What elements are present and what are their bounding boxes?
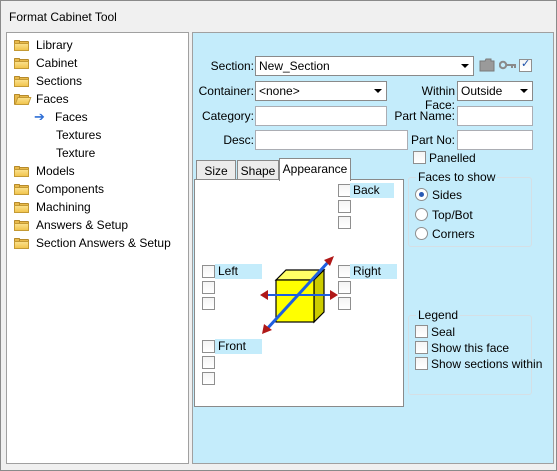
desc-field[interactable] xyxy=(255,130,408,150)
back-face-checkbox-3[interactable] xyxy=(338,216,351,229)
tree-item-label: Machining xyxy=(36,200,91,214)
key-icon[interactable] xyxy=(498,59,517,74)
part-no-label: Part No: xyxy=(410,133,455,147)
tree-item-label: Sections xyxy=(36,74,83,88)
category-label: Category: xyxy=(201,109,254,123)
front-face-checkbox[interactable] xyxy=(202,340,215,353)
left-face-checkbox[interactable] xyxy=(202,265,215,278)
show-sections-within-label: Show sections within xyxy=(431,357,543,371)
arrow-right-icon: ➔ xyxy=(34,109,45,124)
tree-item-label: Faces xyxy=(36,92,69,106)
section-select-value: New_Section xyxy=(259,59,330,73)
chevron-down-icon xyxy=(374,89,382,93)
cube-direction-icon xyxy=(260,256,338,334)
tree-item-machining[interactable]: Machining xyxy=(14,198,91,216)
container-select-value: <none> xyxy=(259,84,300,98)
chevron-down-icon xyxy=(461,64,469,68)
front-face-label: Front xyxy=(215,339,262,354)
desc-label: Desc: xyxy=(223,133,254,147)
window-title: Format Cabinet Tool xyxy=(9,10,117,24)
chevron-down-icon xyxy=(520,89,528,93)
top-bot-radio[interactable] xyxy=(415,208,428,221)
folder-icon xyxy=(14,219,29,231)
show-this-face-checkbox[interactable] xyxy=(415,341,428,354)
tree-item-label: Library xyxy=(36,38,73,52)
legend-title: Legend xyxy=(416,308,461,322)
tree-item-label: Section Answers & Setup xyxy=(36,236,171,250)
front-face-checkbox-2[interactable] xyxy=(202,356,215,369)
corners-radio[interactable] xyxy=(415,227,428,240)
tree-item-textures[interactable]: Textures xyxy=(56,126,101,144)
left-face-checkbox-3[interactable] xyxy=(202,297,215,310)
format-cabinet-tool-window: Format Cabinet Tool Library Cabinet Sect… xyxy=(0,0,557,471)
folder-open-button[interactable] xyxy=(479,58,495,75)
tree-item-library[interactable]: Library xyxy=(14,36,73,54)
section-select[interactable]: New_Section xyxy=(255,56,474,76)
seal-label: Seal xyxy=(431,325,456,339)
faces-to-show-title: Faces to show xyxy=(416,170,498,184)
section-checkbox[interactable] xyxy=(519,57,532,72)
tab-shape-label: Shape xyxy=(240,164,276,178)
tree-item-models[interactable]: Models xyxy=(14,162,75,180)
tab-size[interactable]: Size xyxy=(196,160,236,181)
category-field[interactable] xyxy=(255,106,387,126)
part-no-field[interactable] xyxy=(457,130,533,150)
navigation-tree[interactable]: Library Cabinet Sections Faces ➔ Faces T… xyxy=(6,32,189,464)
left-face-label: Left xyxy=(215,264,262,279)
tree-item-cabinet[interactable]: Cabinet xyxy=(14,54,77,72)
sides-radio[interactable] xyxy=(415,188,428,201)
back-face-checkbox-2[interactable] xyxy=(338,200,351,213)
section-label: Section: xyxy=(210,59,254,73)
tree-item-label: Cabinet xyxy=(36,56,78,70)
left-face-checkbox-2[interactable] xyxy=(202,281,215,294)
tree-item-components[interactable]: Components xyxy=(14,180,104,198)
part-name-field[interactable] xyxy=(457,106,533,126)
folder-icon xyxy=(14,39,29,51)
tree-item-label: Components xyxy=(36,182,105,196)
panelled-label: Panelled xyxy=(429,151,476,165)
folder-icon xyxy=(14,57,29,69)
within-face-select[interactable]: Outside xyxy=(457,81,533,101)
tab-shape[interactable]: Shape xyxy=(237,160,279,181)
show-this-face-label: Show this face xyxy=(431,341,510,355)
tab-appearance[interactable]: Appearance xyxy=(279,158,351,181)
corners-radio-label: Corners xyxy=(432,227,475,241)
open-folder-icon xyxy=(14,93,32,105)
within-face-select-value: Outside xyxy=(461,84,503,98)
tree-item-label: Models xyxy=(36,164,75,178)
folder-icon xyxy=(14,237,29,249)
show-sections-within-checkbox[interactable] xyxy=(415,357,428,370)
tree-item-label: Texture xyxy=(56,146,96,160)
tree-item-section-answers-setup[interactable]: Section Answers & Setup xyxy=(14,234,171,252)
right-face-label: Right xyxy=(350,264,397,279)
tree-item-answers-setup[interactable]: Answers & Setup xyxy=(14,216,128,234)
folder-icon xyxy=(14,165,29,177)
front-face-checkbox-3[interactable] xyxy=(202,372,215,385)
top-bot-radio-label: Top/Bot xyxy=(432,208,473,222)
panelled-checkbox[interactable] xyxy=(413,151,426,164)
part-name-label: Part Name: xyxy=(394,109,455,123)
container-label: Container: xyxy=(198,84,254,98)
tree-item-faces[interactable]: Faces xyxy=(14,90,69,108)
tree-item-label: Answers & Setup xyxy=(36,218,129,232)
folder-icon xyxy=(14,75,29,87)
tree-item-label: Faces xyxy=(55,110,88,124)
container-select[interactable]: <none> xyxy=(255,81,387,101)
tree-item-sections[interactable]: Sections xyxy=(14,72,82,90)
title-bar: Format Cabinet Tool xyxy=(1,1,556,31)
tab-appearance-label: Appearance xyxy=(282,162,348,176)
tree-item-label: Textures xyxy=(56,128,102,142)
tab-size-label: Size xyxy=(204,164,228,178)
sides-radio-label: Sides xyxy=(432,188,463,202)
tree-item-texture[interactable]: Texture xyxy=(56,144,95,162)
within-face-label: Within Face: xyxy=(421,84,455,112)
seal-checkbox[interactable] xyxy=(415,325,428,338)
folder-icon xyxy=(14,201,29,213)
folder-icon xyxy=(14,183,29,195)
back-face-label: Back xyxy=(350,183,394,198)
tree-item-faces-child[interactable]: ➔ Faces xyxy=(34,108,88,126)
